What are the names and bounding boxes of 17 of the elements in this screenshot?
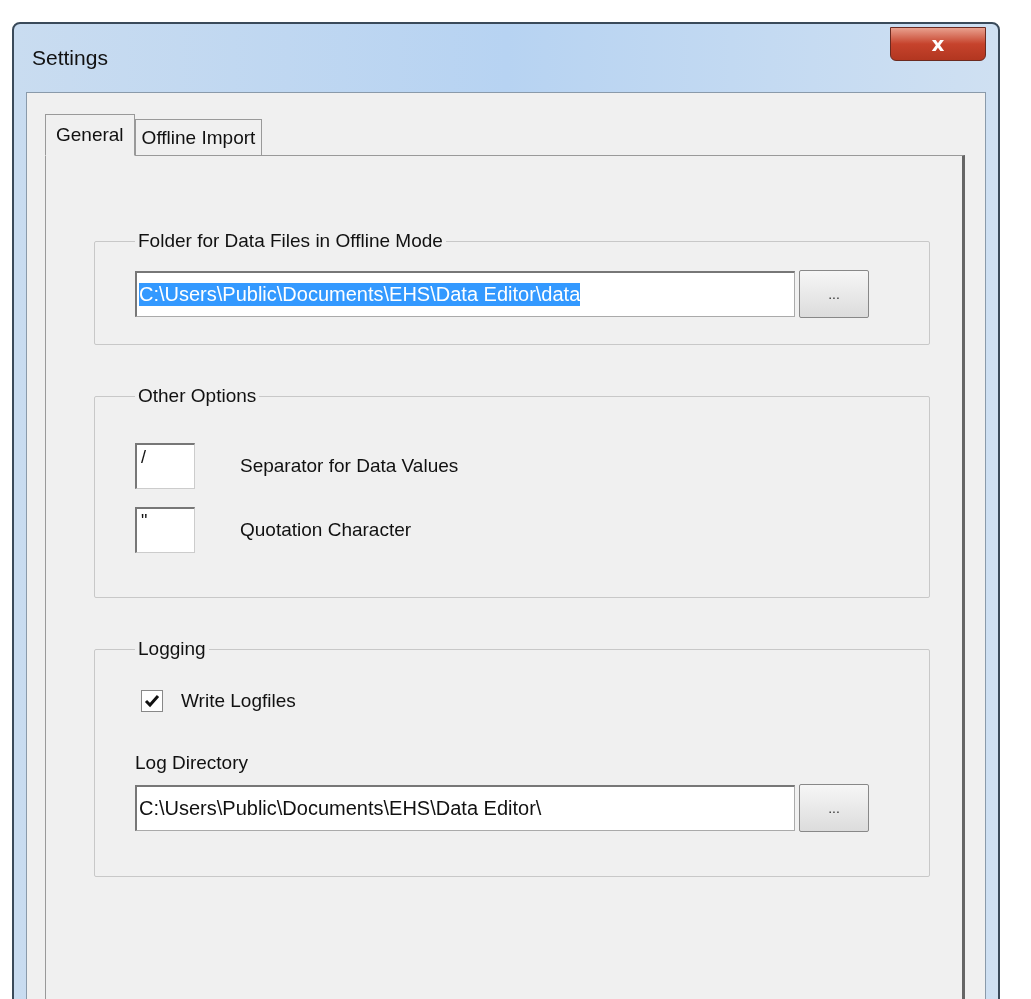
tab[interactable]: General bbox=[45, 114, 135, 156]
close-button[interactable]: x bbox=[890, 27, 986, 61]
field-label: Log Directory bbox=[135, 752, 249, 774]
field-label: Quotation Character bbox=[240, 519, 412, 541]
group-title: Logging bbox=[137, 638, 207, 660]
input-field[interactable]: / bbox=[135, 443, 195, 489]
tab[interactable]: Offline Import bbox=[134, 119, 263, 155]
browse-button[interactable]: ... bbox=[799, 784, 869, 832]
group-title: Other Options bbox=[137, 385, 258, 407]
field-label: Separator for Data Values bbox=[240, 455, 459, 477]
input-field[interactable]: " bbox=[135, 507, 195, 553]
group-title: Folder for Data Files in Offline Mode bbox=[137, 230, 444, 252]
input-field[interactable]: C:\Users\Public\Documents\EHS\Data Editor\ bbox=[135, 785, 795, 831]
checkbox-label: Write Logfiles bbox=[181, 690, 296, 712]
checkbox[interactable] bbox=[141, 690, 163, 712]
window-title: Settings bbox=[31, 46, 108, 70]
browse-button[interactable]: ... bbox=[799, 270, 869, 318]
